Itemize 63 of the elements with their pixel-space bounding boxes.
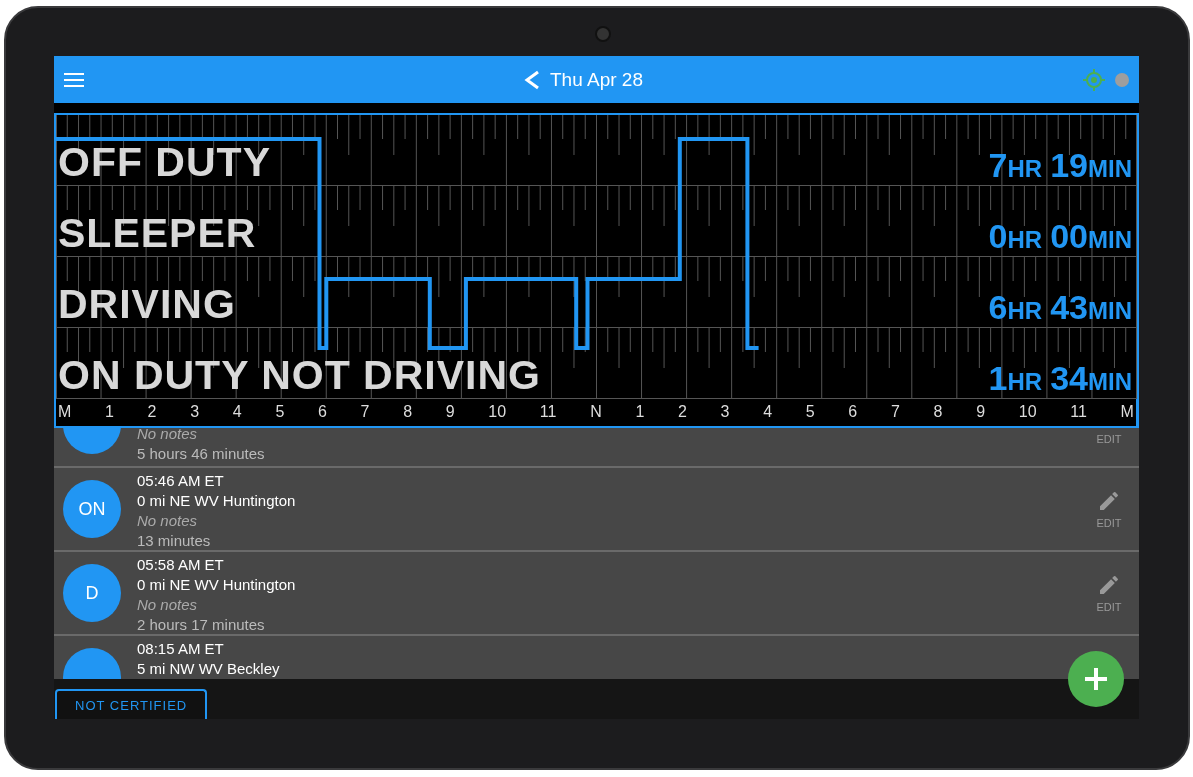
hour-label: 11 [539,402,557,421]
hour-label: 4 [763,402,773,421]
plus-icon [1083,666,1109,692]
status-total: 7HR 19MIN [988,148,1132,186]
hour-label: 10 [488,402,507,421]
hour-label: 6 [848,402,858,421]
hour-label: 9 [445,402,455,421]
location-target-icon [1083,68,1105,91]
back-icon[interactable] [524,69,540,90]
log-event-row[interactable]: D 05:58 AM ET 0 mi NE WV Huntington No notes 2 hours 17 minutes EDIT [54,552,1139,636]
hour-label: 4 [232,402,242,421]
hour-label: 1 [635,402,645,421]
hour-label: 8 [933,402,943,421]
hour-label: 6 [318,402,327,421]
edit-button[interactable]: EDIT [1089,573,1129,613]
status-dot-icon [1115,72,1129,87]
status-circle: D [63,564,121,622]
log-event-row[interactable]: ON 05:46 AM ET 0 mi NE WV Huntington No notes 13 minutes EDIT [54,468,1139,552]
event-notes: No notes [137,595,199,615]
hour-label: 3 [190,402,200,421]
status-label: DRIVING [58,284,236,328]
log-event-row[interactable]: No notes 5 hours 46 minutes EDIT [54,428,1139,468]
event-time: 05:46 AM ET [137,471,225,491]
hour-label: 11 [1070,402,1087,421]
camera-icon [595,26,611,42]
pencil-icon [1097,573,1121,597]
pencil-icon [1097,489,1121,513]
menu-icon[interactable] [64,71,84,88]
status-label: ON DUTY NOT DRIVING [58,355,541,399]
event-notes: No notes [137,511,199,531]
event-duration: 13 minutes [137,531,212,551]
hour-label: 2 [678,402,687,421]
status-total: 6HR 43MIN [988,290,1132,328]
hour-label: 8 [403,402,413,421]
hour-label: 2 [147,402,157,421]
hour-label: 7 [890,402,900,421]
hour-label: N [590,402,602,421]
status-total: 0HR 00MIN [988,219,1132,257]
status-label: SLEEPER [58,213,257,257]
event-location: 0 mi NE WV Huntington [137,491,297,511]
hour-label: 10 [1018,402,1037,421]
event-time: 08:15 AM ET [137,639,225,659]
status-label: OFF DUTY [58,142,271,186]
event-location: 5 mi NW WV Beckley [137,659,281,679]
status-circle: ON [63,480,121,538]
hour-label: 1 [105,402,114,421]
hour-label: M [1120,402,1134,421]
hour-label: 7 [360,402,370,421]
hour-label: 3 [720,402,730,421]
event-duration: 2 hours 17 minutes [137,615,266,635]
hour-label: 5 [275,402,285,421]
event-duration: 5 hours 46 minutes [137,444,266,464]
edit-button[interactable]: EDIT [1089,489,1129,529]
hour-label: 9 [976,402,986,421]
edit-button[interactable]: EDIT [1089,428,1129,445]
event-notes: No notes [137,428,199,444]
event-location: 0 mi NE WV Huntington [137,575,297,595]
event-time: 05:58 AM ET [137,555,225,575]
status-total: 1HR 34MIN [988,361,1132,399]
date-title: Thu Apr 28 [550,68,643,91]
not-certified-button[interactable]: NOT CERTIFIED [55,689,208,719]
hour-label: M [58,402,72,421]
hour-label: 5 [805,402,815,421]
